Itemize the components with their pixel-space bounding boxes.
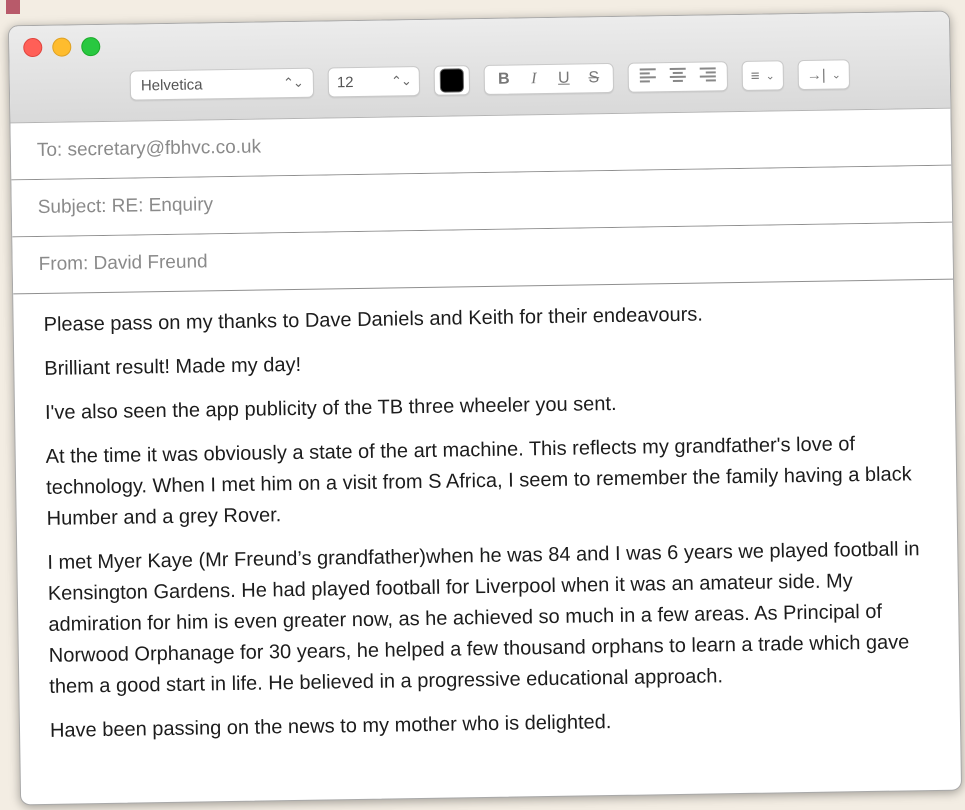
chevron-down-icon: ⌄: [765, 69, 775, 83]
minimize-button[interactable]: [52, 37, 72, 57]
body-paragraph: I met Myer Kaye (Mr Freund’s grandfather…: [47, 538, 920, 698]
underline-button[interactable]: U: [551, 70, 577, 88]
message-body[interactable]: Please pass on my thanks to Dave Daniels…: [13, 280, 960, 748]
text-color-button[interactable]: [433, 65, 471, 96]
window-controls: [23, 36, 101, 58]
text-style-group: B I U S: [483, 62, 615, 95]
indent-icon: →|: [806, 66, 826, 84]
body-paragraph: Please pass on my thanks to Dave Daniels…: [43, 303, 703, 336]
font-size-select[interactable]: 12 ⌃⌄: [327, 65, 421, 98]
body-paragraph: Brilliant result! Made my day!: [44, 353, 302, 380]
align-right-button[interactable]: [695, 66, 721, 87]
zoom-button[interactable]: [81, 36, 101, 57]
list-style-select[interactable]: ≡ ⌄: [741, 60, 785, 91]
title-bar: Helvetica ⌃⌄ 12 ⌃⌄ B I U S ≡ ⌄ →| ⌄: [8, 11, 951, 124]
font-size-value: 12: [336, 73, 354, 91]
stepper-icon: ⌃⌄: [282, 74, 303, 91]
body-paragraph: At the time it was obviously a state of …: [45, 433, 912, 530]
indent-select[interactable]: →| ⌄: [797, 59, 851, 91]
bold-button[interactable]: B: [491, 70, 517, 88]
italic-button[interactable]: I: [521, 70, 547, 88]
strikethrough-button[interactable]: S: [581, 69, 607, 87]
font-family-select[interactable]: Helvetica ⌃⌄: [129, 67, 315, 101]
mail-compose-window: Helvetica ⌃⌄ 12 ⌃⌄ B I U S ≡ ⌄ →| ⌄ To: …: [7, 10, 963, 806]
list-icon: ≡: [750, 67, 760, 85]
align-center-button[interactable]: [665, 66, 691, 87]
align-left-button[interactable]: [635, 67, 661, 88]
format-toolbar: Helvetica ⌃⌄ 12 ⌃⌄ B I U S ≡ ⌄ →| ⌄: [129, 59, 851, 101]
font-family-value: Helvetica: [140, 75, 203, 94]
stage: Helvetica ⌃⌄ 12 ⌃⌄ B I U S ≡ ⌄ →| ⌄ To: …: [0, 0, 965, 810]
close-button[interactable]: [23, 37, 43, 58]
align-left-icon: [638, 67, 658, 83]
body-paragraph: I've also seen the app publicity of the …: [44, 392, 617, 424]
align-right-icon: [698, 66, 718, 82]
body-paragraph: Have been passing on the news to my moth…: [49, 711, 612, 742]
chevron-down-icon: ⌄: [831, 68, 842, 82]
stepper-icon: ⌃⌄: [390, 73, 411, 89]
align-center-icon: [668, 66, 688, 82]
alignment-group: [627, 61, 729, 93]
color-swatch: [439, 68, 465, 93]
